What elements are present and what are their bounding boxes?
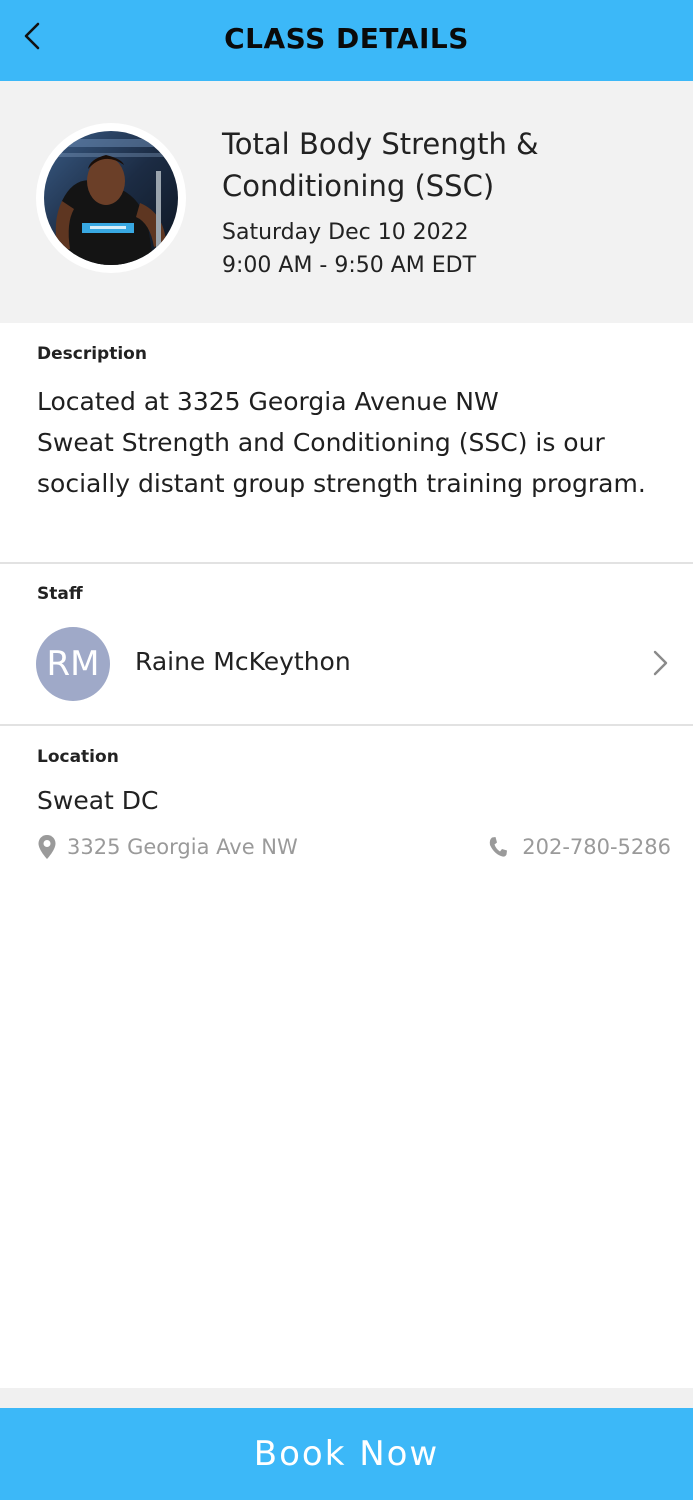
divider (0, 562, 693, 564)
staff-row[interactable]: RM Raine McKeython (0, 612, 693, 716)
book-now-label: Book Now (253, 1434, 440, 1474)
book-now-button[interactable]: Book Now (0, 1408, 693, 1500)
divider (0, 724, 693, 726)
class-title: Total Body Strength & Conditioning (SSC) (222, 127, 539, 203)
class-date: Saturday Dec 10 2022 (222, 220, 469, 245)
location-phone: 202-780-5286 (522, 835, 671, 859)
class-time: 9:00 AM - 9:50 AM EDT (222, 253, 477, 278)
staff-name: Raine McKeython (135, 647, 351, 676)
class-image-frame (36, 123, 186, 273)
description-heading: Description (37, 344, 147, 364)
location-address: 3325 Georgia Ave NW (67, 835, 298, 859)
description-text: Located at 3325 Georgia Avenue NW Sweat … (37, 387, 646, 498)
class-summary: Total Body Strength & Conditioning (SSC)… (0, 81, 693, 323)
location-name: Sweat DC (37, 786, 159, 815)
location-phone-link[interactable]: 202-780-5286 (488, 832, 671, 862)
footer-separator (0, 1388, 693, 1408)
location-heading: Location (37, 747, 119, 767)
chevron-right-icon (653, 650, 668, 676)
class-image (44, 131, 178, 265)
page-title: CLASS DETAILS (224, 22, 469, 55)
location-address-link[interactable]: 3325 Georgia Ave NW (37, 832, 298, 862)
top-app-bar: CLASS DETAILS (0, 0, 693, 81)
staff-heading: Staff (37, 584, 83, 604)
phone-icon (489, 837, 508, 857)
staff-avatar: RM (36, 627, 110, 701)
map-pin-icon (38, 835, 56, 859)
